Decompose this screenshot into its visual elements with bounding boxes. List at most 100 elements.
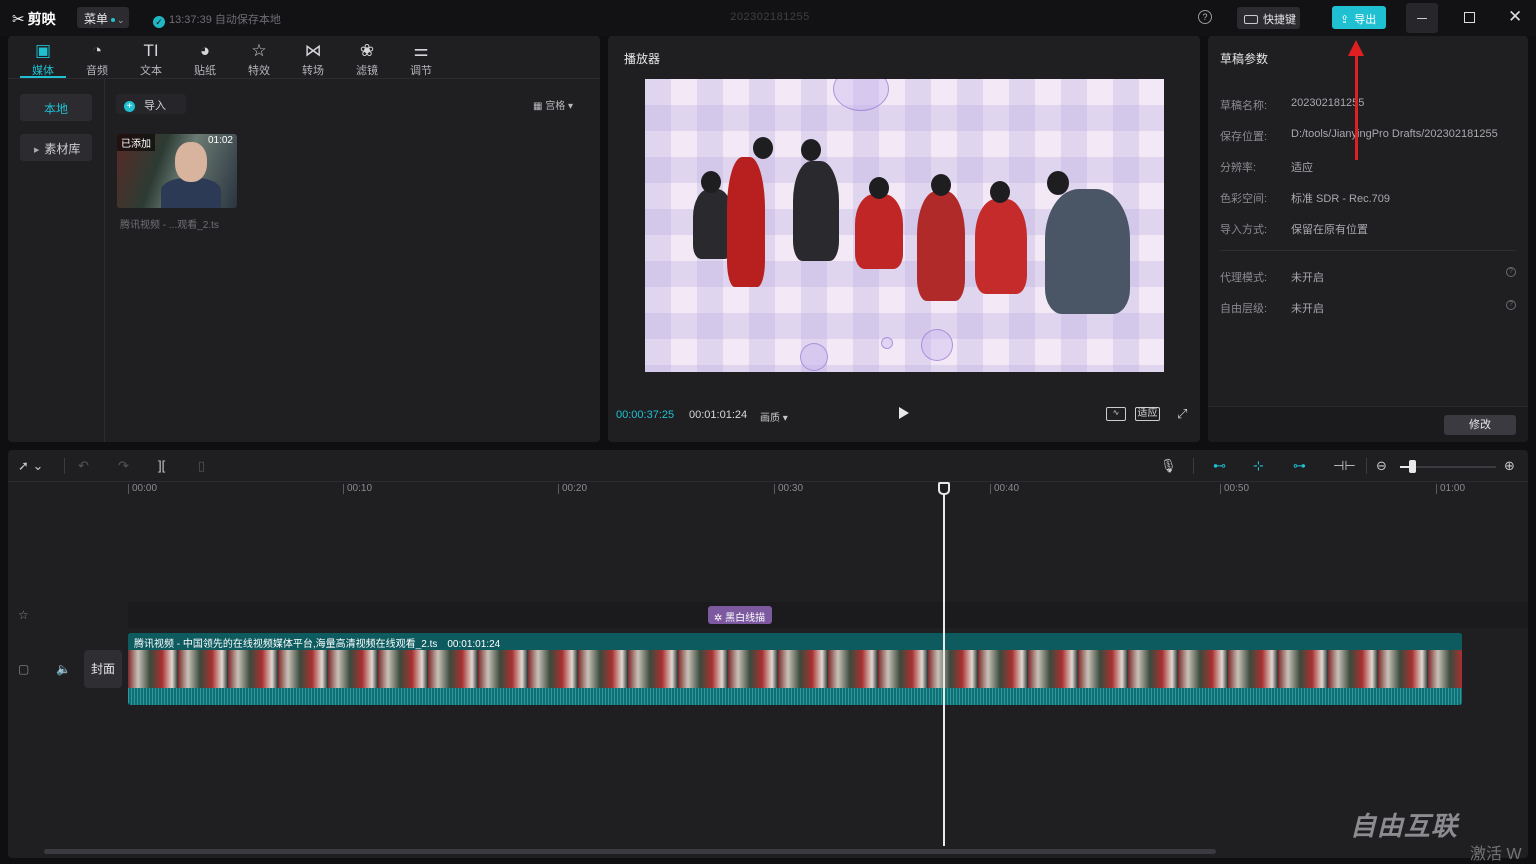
video-track-icon[interactable]: ▢ <box>18 662 29 676</box>
microphone-icon[interactable]: 🎙 <box>1160 458 1177 474</box>
figure <box>975 199 1027 294</box>
capcut-logo-icon: ✂ <box>12 11 25 28</box>
watermark-logo: 自由互联 <box>1350 811 1459 841</box>
draft-params-panel: 草稿参数 草稿名称: 202302181255 保存位置: D:/tools/J… <box>1208 36 1528 442</box>
annotation-arrow <box>1355 44 1358 160</box>
undo-icon[interactable]: ↶ <box>78 458 89 474</box>
redo-icon[interactable]: ↷ <box>118 458 129 474</box>
fit-button[interactable]: 适应 <box>1135 407 1160 421</box>
help-icon[interactable]: ? <box>1506 267 1516 277</box>
param-value: 标准 SDR - Rec.709 <box>1291 193 1391 205</box>
quality-dropdown[interactable]: 画质 ▾ <box>760 409 788 424</box>
bubble-decoration <box>881 337 893 349</box>
param-label: 导入方式: <box>1220 224 1268 236</box>
video-clip[interactable]: 腾讯视频 - 中国领先的在线视频媒体平台,海量高清视频在线观看_2.ts 00:0… <box>128 633 1462 705</box>
close-button[interactable]: ✕ <box>1508 7 1522 27</box>
figure <box>931 174 951 196</box>
waveform-view-icon[interactable]: ∿ <box>1106 407 1126 421</box>
tab-adjust[interactable]: ⚌ 调节 <box>398 40 444 78</box>
tab-text[interactable]: TI 文本 <box>128 40 174 78</box>
audio-icon: ◔ <box>91 41 103 60</box>
video-preview[interactable] <box>645 79 1164 372</box>
player-panel: 播放器 00:00:37:25 00:01:01:24 画质 ▾ ∿ 适应 ⤢ <box>608 36 1200 442</box>
autosave-text: 13:37:39 自动保存本地 <box>169 14 281 26</box>
param-value: 保留在原有位置 <box>1291 224 1368 236</box>
zoom-out-icon[interactable]: ⊖ <box>1376 458 1387 474</box>
linkage-icon[interactable]: ⊶ <box>1293 458 1306 474</box>
ruler-label: 00:40 <box>990 484 1019 494</box>
autosave-status: ✓ 13:37:39 自动保存本地 <box>153 11 281 28</box>
effect-track <box>128 602 1528 628</box>
title-bar: ✂ 剪映 菜单 ⌄ ✓ 13:37:39 自动保存本地 202302181255 ? … <box>0 0 1536 36</box>
draft-title: 202302181255 <box>730 11 810 23</box>
figure <box>1045 189 1130 314</box>
app-name: 剪映 <box>27 11 56 27</box>
param-value: D:/tools/JianyingPro Drafts/202302181255 <box>1291 128 1498 140</box>
help-icon[interactable]: ? <box>1506 300 1516 310</box>
mute-audio-icon[interactable]: 🔈 <box>56 662 71 676</box>
tab-audio[interactable]: ◔ 音频 <box>74 40 120 78</box>
media-panel: ▣ 媒体 ◔ 音频 TI 文本 ◕ 贴纸 ☆ 特效 ⋈ 转场 ❀ 滤镜 ⚌ 调节 本地 ▶ 素材库… <box>8 36 600 442</box>
tab-label: 转场 <box>302 65 324 77</box>
fullscreen-icon[interactable]: ⤢ <box>1177 406 1187 422</box>
total-time: 00:01:01:24 <box>689 409 748 421</box>
param-value: 202302181255 <box>1291 97 1365 109</box>
grid-icon: ▦ <box>533 101 546 112</box>
tab-effects[interactable]: ☆ 特效 <box>236 40 282 78</box>
playhead-handle[interactable] <box>938 482 950 495</box>
tab-sticker[interactable]: ◕ 贴纸 <box>182 40 228 78</box>
quality-label: 画质 <box>760 413 780 424</box>
keyboard-icon <box>1244 15 1258 24</box>
figure <box>990 181 1010 203</box>
export-button[interactable]: ⇪ 导出 <box>1332 6 1386 29</box>
figure <box>855 194 903 269</box>
playhead[interactable] <box>943 484 945 846</box>
horizontal-scrollbar[interactable] <box>44 849 1216 854</box>
maximize-button[interactable] <box>1464 12 1475 23</box>
media-thumbnail[interactable]: 已添加 01:02 <box>117 134 237 208</box>
help-icon[interactable]: ? <box>1198 10 1212 24</box>
text-icon: TI <box>143 41 159 60</box>
figure <box>801 139 821 161</box>
shortcut-button[interactable]: 快捷键 <box>1237 7 1300 29</box>
minimize-button[interactable] <box>1406 3 1438 33</box>
bubble-decoration <box>921 329 953 361</box>
ruler-label: 00:20 <box>558 484 587 494</box>
import-label: 导入 <box>144 100 166 112</box>
select-tool-icon[interactable]: ➚ ⌄ <box>18 458 43 474</box>
play-icon[interactable] <box>899 407 909 419</box>
split-icon[interactable]: ][ <box>158 458 165 473</box>
tab-media[interactable]: ▣ 媒体 <box>20 40 66 78</box>
delete-icon[interactable]: ▯ <box>198 458 205 474</box>
modify-button[interactable]: 修改 <box>1444 415 1516 435</box>
adjust-icon: ⚌ <box>413 41 429 60</box>
divider <box>64 458 65 474</box>
zoom-in-icon[interactable]: ⊕ <box>1504 458 1515 474</box>
effect-clip[interactable]: ✲ 黑白线描 <box>708 606 772 624</box>
sidebar-item-library[interactable]: ▶ 素材库 <box>20 134 92 161</box>
param-label: 保存位置: <box>1220 131 1268 143</box>
menu-button[interactable]: 菜单 ⌄ <box>77 7 129 28</box>
timeline-panel: ➚ ⌄ ↶ ↷ ][ ▯ 🎙 ⊷ ⊹ ⊶ ⊣⊢ ⊖ ⊕ 00:00 00:10 … <box>8 450 1528 858</box>
clip-header: 腾讯视频 - 中国领先的在线视频媒体平台,海量高清视频在线观看_2.ts 00:0… <box>128 633 1462 650</box>
player-title: 播放器 <box>624 52 661 66</box>
menu-dot-icon <box>111 17 116 22</box>
view-mode-dropdown[interactable]: ▦ 宫格 ▾ <box>533 97 573 112</box>
app-logo: ✂ 剪映 <box>12 9 56 29</box>
chevron-down-icon: ▾ <box>565 101 574 112</box>
tab-filter[interactable]: ❀ 滤镜 <box>344 40 390 78</box>
cover-button[interactable]: 封面 <box>84 650 122 688</box>
preview-axis-icon[interactable]: ⊣⊢ <box>1333 458 1356 474</box>
import-button[interactable]: + 导入 <box>116 94 186 114</box>
tab-label: 滤镜 <box>356 65 378 77</box>
figure <box>917 191 965 301</box>
sidebar-item-local[interactable]: 本地 <box>20 94 92 121</box>
clip-title: 腾讯视频 - 中国领先的在线视频媒体平台,海量高清视频在线观看_2.ts <box>134 639 438 650</box>
main-track-magnet-icon[interactable]: ⊷ <box>1213 458 1226 474</box>
tab-label: 音频 <box>86 65 108 77</box>
tab-label: 特效 <box>248 65 270 77</box>
zoom-slider-handle[interactable] <box>1409 460 1416 473</box>
tab-transition[interactable]: ⋈ 转场 <box>290 40 336 78</box>
auto-snap-icon[interactable]: ⊹ <box>1253 458 1264 474</box>
export-icon: ⇪ <box>1340 14 1350 26</box>
